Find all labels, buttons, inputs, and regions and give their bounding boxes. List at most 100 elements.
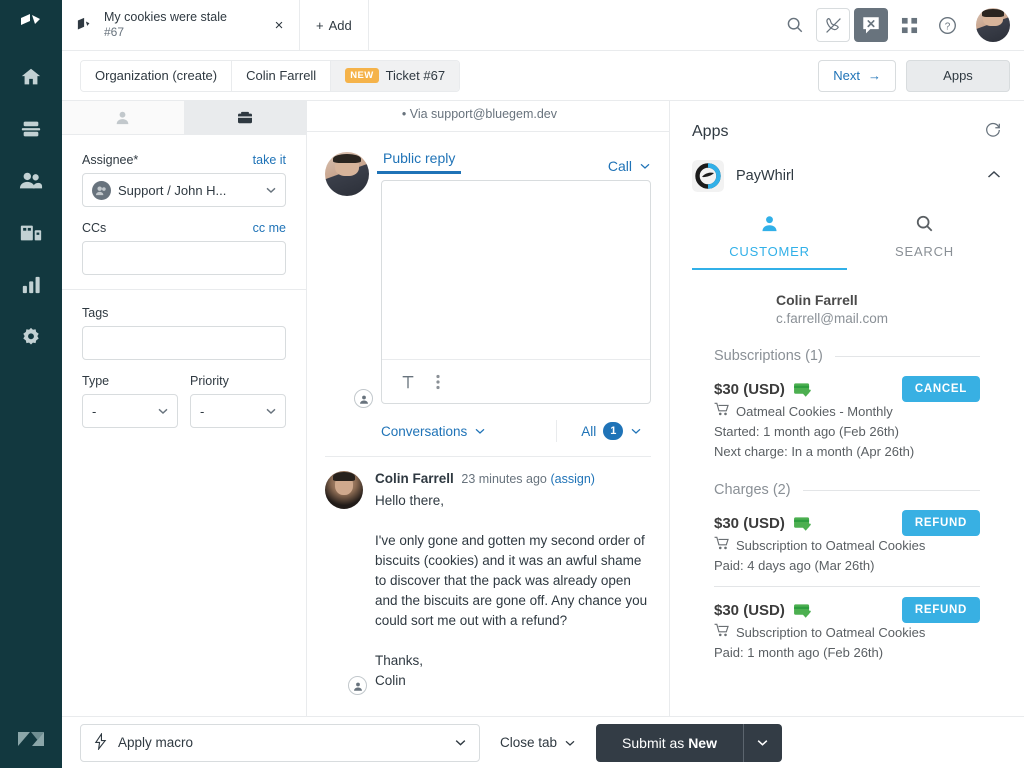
chevron-up-icon[interactable] <box>986 169 1002 184</box>
rail-item-customers[interactable] <box>0 155 62 207</box>
add-tab-button[interactable]: + Add <box>300 0 369 50</box>
type-select[interactable]: - <box>82 394 178 428</box>
composer-avatar <box>325 146 373 408</box>
arrow-right-icon: → <box>868 68 881 83</box>
apps-toggle-button[interactable]: Apps <box>906 59 1010 92</box>
submit-button-group: Submit as New <box>596 723 782 762</box>
tab-search[interactable]: SEARCH <box>847 206 1002 270</box>
rail-item-views[interactable] <box>0 103 62 155</box>
comment-timestamp: 23 minutes ago <box>461 472 547 486</box>
charge-product-line: Subscription to Oatmeal Cookies <box>714 536 980 556</box>
breadcrumb-label: Organization (create) <box>95 68 218 83</box>
next-button[interactable]: Next → <box>818 59 896 92</box>
paywhirl-app-header[interactable]: PayWhirl <box>692 154 1002 206</box>
rail-item-home[interactable] <box>0 51 62 103</box>
subscription-product-line: Oatmeal Cookies - Monthly <box>714 402 980 422</box>
submit-options-button[interactable] <box>743 723 782 762</box>
assign-link[interactable]: (assign) <box>551 472 595 486</box>
refund-charge-button[interactable]: REFUND <box>901 510 980 536</box>
search-icon[interactable] <box>778 8 812 42</box>
breadcrumb-item-ticket[interactable]: NEW Ticket #67 <box>331 60 460 91</box>
customer-name: Colin Farrell <box>776 292 858 308</box>
tags-input[interactable] <box>82 326 286 360</box>
cart-icon <box>714 623 730 643</box>
properties-divider <box>62 289 306 290</box>
refund-charge-button[interactable]: REFUND <box>901 597 980 623</box>
refresh-icon[interactable] <box>984 121 1002 142</box>
submit-state: New <box>688 734 717 751</box>
rail-item-organizations[interactable] <box>0 207 62 259</box>
type-field: Type - <box>82 374 178 428</box>
cart-icon <box>714 402 730 422</box>
rail-item-admin[interactable] <box>0 311 62 363</box>
tab-ticket[interactable] <box>184 101 306 134</box>
charge-product: Subscription to Oatmeal Cookies <box>736 538 926 553</box>
breadcrumb-item-organization[interactable]: Organization (create) <box>81 60 233 91</box>
subbar-actions: Next → Apps <box>818 59 1010 92</box>
help-icon[interactable]: ? <box>930 8 964 42</box>
reply-textarea[interactable] <box>382 181 650 359</box>
charge-product-line: Subscription to Oatmeal Cookies <box>714 623 980 643</box>
assignee-value: Support / John H... <box>118 182 227 198</box>
search-icon <box>847 214 1002 236</box>
tab-public-reply[interactable]: Public reply <box>376 146 462 174</box>
filter-separator <box>556 420 558 442</box>
all-label: All <box>581 423 597 439</box>
ticket-tab-text: My cookies were stale #67 <box>98 10 269 41</box>
charge-item-header: $30 (USD) REFUND <box>714 597 980 623</box>
text-format-icon[interactable] <box>400 374 416 390</box>
cc-me-link[interactable]: cc me <box>253 221 286 235</box>
section-title: Charges (2) <box>714 482 791 498</box>
chevron-down-icon <box>455 740 466 746</box>
section-title: Subscriptions (1) <box>714 348 823 364</box>
chevron-down-icon <box>631 428 641 434</box>
person-icon <box>692 214 847 236</box>
reply-editor <box>381 180 651 404</box>
ticket-tab-my-cookies-were-stale[interactable]: My cookies were stale #67 × <box>62 0 300 50</box>
subscription-next-charge: Next charge: In a month (Apr 26th) <box>714 444 915 459</box>
phone-icon[interactable] <box>816 8 850 42</box>
breadcrumb-item-customer[interactable]: Colin Farrell <box>232 60 332 91</box>
ccs-input[interactable] <box>82 241 286 275</box>
chat-offline-icon[interactable] <box>854 8 888 42</box>
comment-item: Colin Farrell 23 minutes ago (assign) He… <box>325 456 651 695</box>
ccs-label: CCs <box>82 221 107 235</box>
topbar-actions: ? <box>778 0 1024 50</box>
paywhirl-body: Colin Farrell c.farrell@mail.com Subscri… <box>692 270 1002 673</box>
charge-item: $30 (USD) REFUND Subscription to Oatmeal… <box>714 586 980 673</box>
submit-button[interactable]: Submit as New <box>596 723 744 762</box>
group-avatar-icon <box>92 180 111 200</box>
chevron-down-icon <box>640 163 650 169</box>
more-options-icon[interactable] <box>436 374 440 390</box>
assignee-label: Assignee* <box>82 153 139 167</box>
zendesk-brand-icon <box>16 727 46 754</box>
rail-item-reporting[interactable] <box>0 259 62 311</box>
via-channel-text: • Via support@bluegem.dev <box>307 101 669 132</box>
payment-card-icon <box>793 603 812 618</box>
priority-value: - <box>200 403 205 419</box>
ticket-flag-icon <box>76 17 98 33</box>
tab-user[interactable] <box>62 101 185 134</box>
channel-selector[interactable]: Call <box>608 158 651 174</box>
apps-grid-icon[interactable] <box>892 8 926 42</box>
apply-macro-select[interactable]: Apply macro <box>80 723 480 762</box>
take-it-link[interactable]: take it <box>253 153 286 167</box>
apps-button-label: Apps <box>943 68 973 83</box>
priority-select[interactable]: - <box>190 394 286 428</box>
ticket-tab-title: My cookies were stale <box>104 9 227 24</box>
tab-customer[interactable]: CUSTOMER <box>692 206 847 270</box>
chevron-down-icon <box>158 408 168 414</box>
conversations-filter[interactable]: Conversations <box>381 424 486 439</box>
paywhirl-app-name: PayWhirl <box>736 168 795 184</box>
tags-label: Tags <box>82 306 109 320</box>
charge-item-header: $30 (USD) REFUND <box>714 510 980 536</box>
close-tab-button[interactable]: Close tab <box>492 735 584 750</box>
assignee-select[interactable]: Support / John H... <box>82 173 286 207</box>
cancel-subscription-button[interactable]: CANCEL <box>901 376 980 402</box>
subscription-item-header: $30 (USD) CANCEL <box>714 376 980 402</box>
conversation-scroll[interactable]: • Via support@bluegem.dev Public reply C… <box>307 101 669 716</box>
all-filter[interactable]: All 1 <box>581 422 642 440</box>
close-tab-icon[interactable]: × <box>269 18 289 33</box>
current-user-avatar[interactable] <box>976 8 1010 42</box>
channel-label: Call <box>607 158 632 174</box>
